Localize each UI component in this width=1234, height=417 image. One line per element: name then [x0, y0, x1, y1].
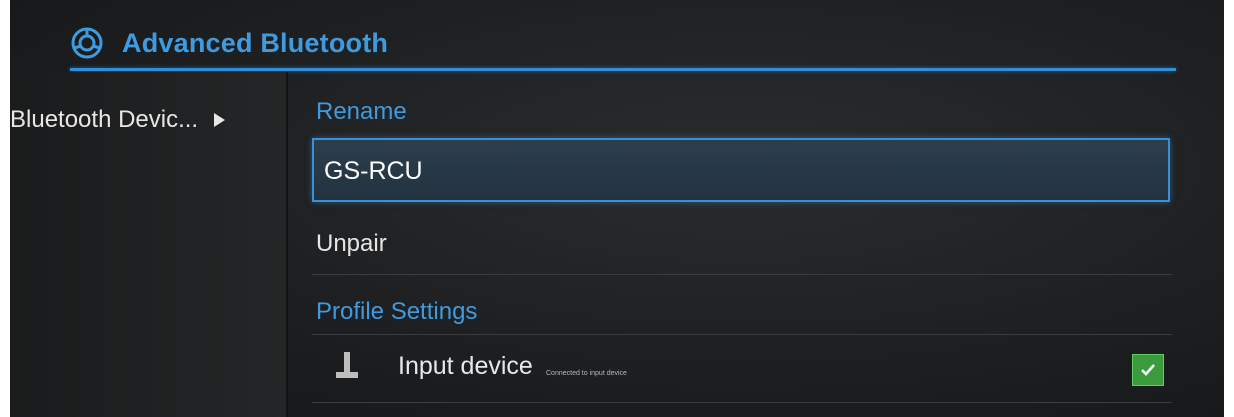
sidebar: Bluetooth Devic...	[10, 72, 286, 417]
rename-heading: Rename	[316, 98, 407, 125]
unpair-button[interactable]: Unpair	[316, 230, 387, 258]
profile-label: Input device	[398, 352, 533, 380]
screen: Advanced Bluetooth Bluetooth Devic... Re…	[10, 0, 1224, 417]
divider	[312, 334, 1172, 335]
main-content: Rename GS-RCU Unpair Profile Settings In…	[306, 72, 1176, 417]
header: Advanced Bluetooth	[70, 20, 388, 66]
rename-value: GS-RCU	[324, 157, 423, 185]
rename-field[interactable]: GS-RCU	[312, 138, 1170, 202]
check-icon	[1141, 364, 1155, 376]
bluetooth-settings-icon	[71, 27, 103, 59]
divider	[312, 274, 1172, 275]
chevron-right-icon	[214, 113, 226, 127]
page-title: Advanced Bluetooth	[122, 27, 389, 58]
profile-checkbox[interactable]	[1132, 354, 1164, 386]
sidebar-item-bluetooth-devices[interactable]: Bluetooth Devic...	[10, 106, 226, 134]
pane-divider	[286, 72, 288, 417]
sidebar-item-label: Bluetooth Devic...	[10, 106, 199, 133]
joystick-icon	[336, 352, 358, 378]
divider	[312, 402, 1172, 403]
header-divider	[70, 68, 1176, 71]
profile-input-device[interactable]: Input device Connected to input device	[312, 336, 1172, 400]
profile-status: Connected to input device	[546, 370, 627, 377]
profile-settings-heading: Profile Settings	[316, 298, 478, 325]
